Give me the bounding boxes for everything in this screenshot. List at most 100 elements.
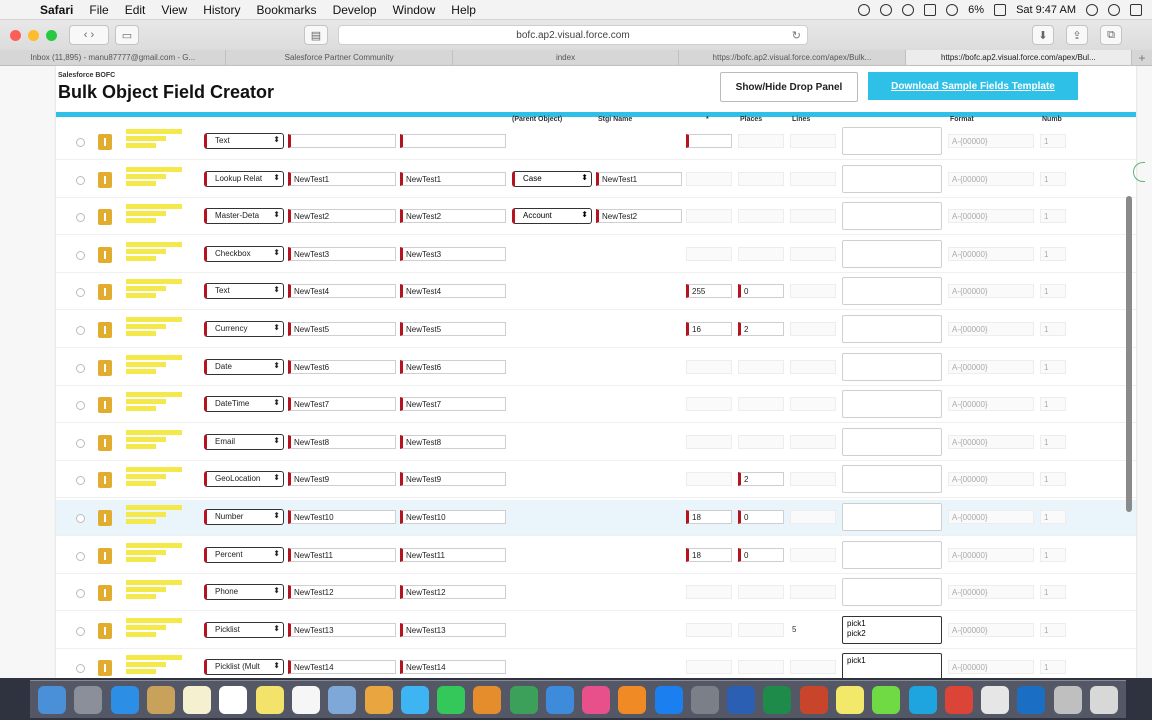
length-input[interactable]: 255 (686, 284, 732, 299)
field-label-input[interactable]: NewTest1 (288, 171, 396, 186)
field-api-name-input[interactable]: NewTest5 (400, 322, 506, 336)
field-type-select[interactable]: Email (204, 433, 284, 450)
display-format-input[interactable]: A-{00000} (948, 359, 1034, 374)
decimal-places-input[interactable]: 0 (738, 284, 784, 299)
field-api-name-input[interactable]: NewTest4 (400, 284, 506, 299)
picklist-values-textarea[interactable] (842, 277, 942, 306)
field-label-input[interactable]: NewTest7 (288, 397, 396, 412)
decimal-places-input[interactable] (738, 171, 784, 186)
field-type-select[interactable]: Currency (204, 321, 284, 337)
relationship-name-input[interactable]: NewTest1 (596, 171, 682, 186)
field-type-select[interactable]: Text (204, 283, 284, 300)
visible-lines-input[interactable] (790, 209, 836, 224)
parent-object-select[interactable]: Case (512, 170, 592, 187)
field-api-name-input[interactable]: NewTest3 (400, 246, 506, 261)
field-api-name-input[interactable]: NewTest6 (400, 359, 506, 374)
field-label-input[interactable]: NewTest14 (288, 660, 396, 675)
length-input[interactable] (686, 359, 732, 374)
field-type-select[interactable]: Phone (204, 584, 284, 601)
display-format-input[interactable]: A-{00000} (948, 434, 1034, 449)
picklist-values-textarea[interactable] (842, 352, 942, 381)
drag-handle-icon[interactable] (98, 510, 112, 526)
dock-launchpad-icon[interactable] (74, 685, 103, 714)
length-input[interactable]: 18 (686, 510, 732, 524)
length-input[interactable] (686, 171, 732, 186)
drag-handle-icon[interactable] (98, 660, 112, 677)
picklist-values-textarea[interactable] (842, 164, 942, 193)
row-select-radio[interactable] (76, 626, 85, 636)
display-format-input[interactable]: A-{00000} (948, 397, 1034, 412)
field-type-select[interactable]: Checkbox (204, 245, 284, 262)
notification-center-icon[interactable] (1130, 3, 1142, 16)
field-type-select[interactable]: DateTime (204, 396, 284, 413)
tab-partner-community[interactable]: Salesforce Partner Community (226, 50, 453, 65)
battery-icon[interactable] (994, 3, 1007, 16)
visible-lines-input[interactable] (790, 322, 836, 336)
download-icon[interactable]: ⬇ (1032, 25, 1054, 45)
length-input[interactable] (686, 434, 732, 449)
display-format-input[interactable]: A-{00000} (948, 322, 1034, 336)
dock-ibooks-icon[interactable] (618, 685, 647, 714)
address-bar[interactable]: bofc.ap2.visual.force.com ↻ (338, 25, 808, 45)
visible-lines-input[interactable] (790, 171, 836, 186)
picklist-values-textarea[interactable]: pick1 pick2 (842, 615, 942, 644)
field-api-name-input[interactable]: NewTest13 (400, 622, 506, 637)
picklist-values-textarea[interactable] (842, 427, 942, 456)
starting-number-input[interactable]: 1 (1040, 510, 1066, 524)
drag-handle-icon[interactable] (98, 246, 112, 263)
tab-inbox[interactable]: Inbox (11,895) - manu87777@gmail.com - G… (0, 50, 227, 65)
dock-notes-icon[interactable] (183, 685, 212, 714)
field-api-name-input[interactable]: NewTest12 (400, 585, 506, 600)
picklist-values-textarea[interactable] (842, 127, 942, 155)
dock-skype-icon[interactable] (908, 685, 937, 714)
field-api-name-input[interactable]: NewTest1 (400, 171, 506, 186)
length-input[interactable] (686, 472, 732, 487)
user-icon[interactable] (1108, 3, 1120, 16)
picklist-values-textarea[interactable] (842, 503, 942, 531)
sidebar-icon[interactable]: ▭ (115, 25, 139, 45)
visible-lines-input[interactable] (790, 434, 836, 449)
dock-calendar-icon[interactable] (219, 685, 248, 714)
field-type-select[interactable]: Picklist (Mult (204, 659, 284, 676)
minimize-window-icon[interactable] (28, 29, 39, 41)
spotlight-icon[interactable] (1086, 3, 1098, 16)
row-select-radio[interactable] (76, 438, 85, 448)
drag-handle-icon[interactable] (98, 622, 112, 639)
visible-lines-input[interactable] (790, 660, 836, 675)
starting-number-input[interactable]: 1 (1040, 209, 1066, 224)
display-format-input[interactable]: A-{00000} (948, 209, 1034, 224)
drag-handle-icon[interactable] (98, 209, 112, 226)
length-input[interactable] (686, 622, 732, 637)
display-format-input[interactable]: A-{00000} (948, 660, 1034, 675)
display-format-input[interactable]: A-{00000} (948, 510, 1034, 524)
dock-stickies-icon[interactable] (835, 685, 864, 714)
dock-archive-icon[interactable] (1053, 685, 1082, 714)
dock-outlook-icon[interactable] (1017, 685, 1046, 714)
display-format-input[interactable]: A-{00000} (948, 284, 1034, 299)
dock-powerpoint-icon[interactable] (799, 685, 828, 714)
drag-handle-icon[interactable] (98, 434, 112, 451)
field-api-name-input[interactable]: NewTest10 (400, 510, 506, 524)
tab-apex-bulk-2[interactable]: https://bofc.ap2.visual.force.com/apex/B… (905, 50, 1133, 65)
reader-icon[interactable]: ▤ (304, 25, 328, 45)
record-icon[interactable] (858, 3, 871, 16)
drag-handle-icon[interactable] (98, 547, 112, 564)
decimal-places-input[interactable]: 2 (738, 322, 784, 336)
drag-handle-icon[interactable] (98, 359, 112, 376)
menu-history[interactable]: History (195, 3, 248, 17)
row-select-radio[interactable] (76, 363, 85, 373)
field-type-select[interactable]: Number (204, 509, 284, 525)
starting-number-input[interactable]: 1 (1040, 547, 1066, 562)
visible-lines-value[interactable]: 5 (792, 625, 796, 634)
display-format-input[interactable]: A-{00000} (948, 547, 1034, 562)
field-label-input[interactable]: NewTest13 (288, 622, 396, 637)
picklist-values-textarea[interactable] (842, 578, 942, 607)
length-input[interactable] (686, 585, 732, 600)
row-select-radio[interactable] (76, 213, 85, 223)
decimal-places-input[interactable]: 0 (738, 547, 784, 562)
dock-reminders-icon[interactable] (291, 685, 320, 714)
field-api-name-input[interactable]: NewTest8 (400, 434, 506, 449)
clock-icon[interactable] (902, 3, 915, 16)
display-format-input[interactable]: A-{00000} (948, 622, 1034, 637)
row-select-radio[interactable] (76, 401, 85, 411)
